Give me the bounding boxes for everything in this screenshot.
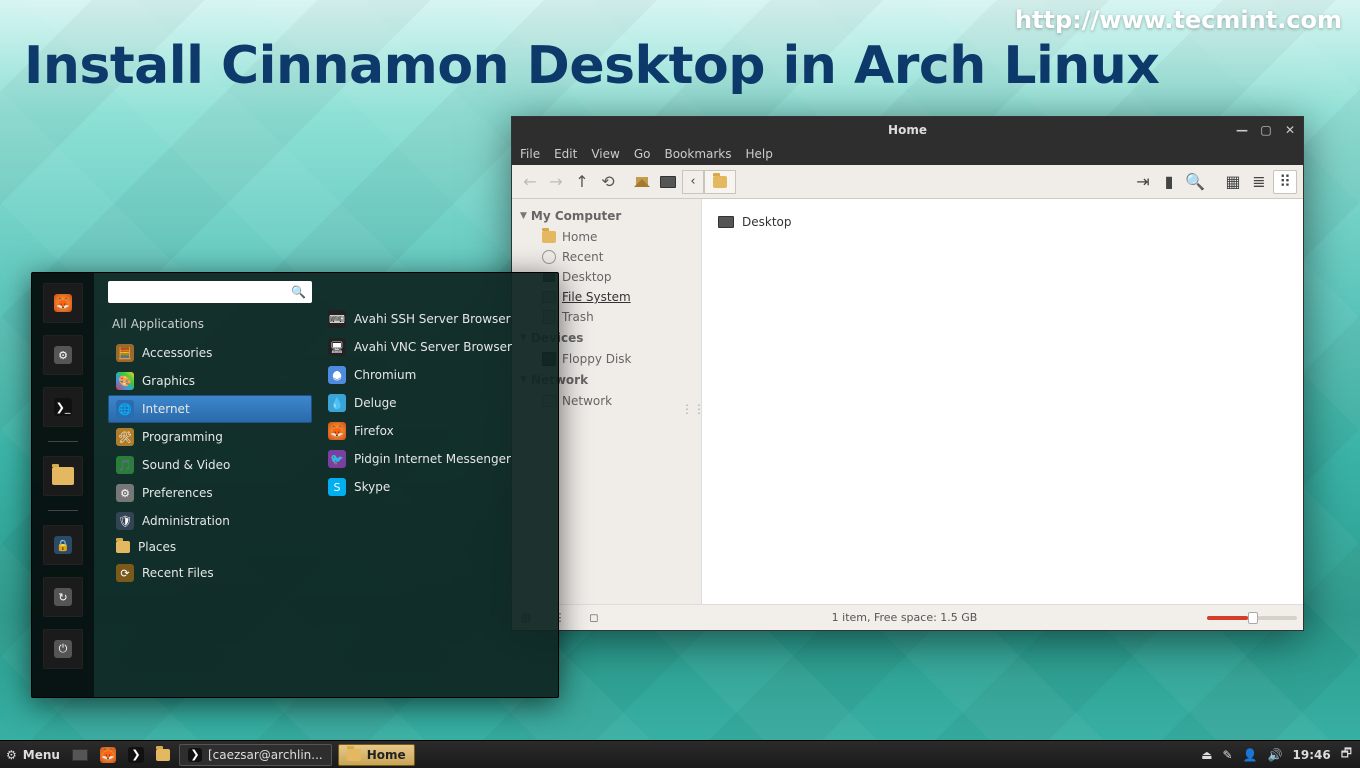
tray-pen-icon[interactable]: ✎ xyxy=(1223,748,1233,762)
up-button[interactable]: ↑ xyxy=(570,170,594,194)
menu-edit[interactable]: Edit xyxy=(554,147,577,161)
gear-icon: ⚙ xyxy=(6,748,17,762)
fav-terminal[interactable]: ❯_ xyxy=(43,387,83,427)
computer-button[interactable] xyxy=(656,170,680,194)
menu-go[interactable]: Go xyxy=(634,147,651,161)
all-applications-label: All Applications xyxy=(112,317,312,331)
system-tray: ⏏ ✎ 👤 🔊 19:46 🗗 xyxy=(1193,744,1360,765)
statusbar: ▥ ⋮ ◻ 1 item, Free space: 1.5 GB xyxy=(512,604,1303,630)
sidebar-section-mycomputer[interactable]: ▼My Computer xyxy=(512,205,701,227)
file-item-label: Desktop xyxy=(742,215,792,229)
category-places[interactable]: Places xyxy=(108,535,312,559)
start-menu: 🦊 ⚙ ❯_ 🔒 ↻ ⏻ 🔍 All Applications 🧮Accesso… xyxy=(31,272,559,698)
monitor-icon xyxy=(72,749,88,761)
app-pidgin[interactable]: 🐦Pidgin Internet Messenger xyxy=(320,445,548,473)
search-icon[interactable]: 🔍 xyxy=(1183,170,1207,194)
fav-separator xyxy=(48,510,78,511)
icon-view-button[interactable]: ▦ xyxy=(1221,170,1245,194)
launcher-terminal[interactable]: ❯ xyxy=(122,741,150,768)
show-desktop-button[interactable] xyxy=(66,741,94,768)
tray-user-icon[interactable]: 👤 xyxy=(1243,748,1258,762)
breadcrumb-back[interactable]: ‹ xyxy=(682,170,704,194)
file-manager-window: Home — ▢ ✕ File Edit View Go Bookmarks H… xyxy=(511,116,1304,631)
search-icon: 🔍 xyxy=(291,285,306,299)
file-item-desktop[interactable]: Desktop xyxy=(718,215,1287,229)
sidebar-item-home[interactable]: Home xyxy=(512,227,701,247)
category-internet[interactable]: 🌐Internet xyxy=(108,395,312,423)
search-input[interactable] xyxy=(114,285,291,299)
panel: ⚙ Menu 🦊 ❯ ❯[caezsar@archlin... Home ⏏ ✎… xyxy=(0,740,1360,768)
compact-view-button[interactable]: ⠿ xyxy=(1273,170,1297,194)
task-home[interactable]: Home xyxy=(338,744,415,766)
breadcrumb: ‹ xyxy=(682,169,736,195)
app-skype[interactable]: SSkype xyxy=(320,473,548,501)
clock[interactable]: 19:46 xyxy=(1293,748,1331,762)
desktop-icon xyxy=(718,216,734,228)
category-recentfiles[interactable]: ⟳Recent Files xyxy=(108,559,312,587)
categories-column: 🔍 All Applications 🧮Accessories 🎨Graphic… xyxy=(94,273,320,697)
app-avahi-vnc[interactable]: 🖥Avahi VNC Server Browser xyxy=(320,333,548,361)
overlay-title: Install Cinnamon Desktop in Arch Linux xyxy=(24,36,1159,96)
fav-logout[interactable]: ↻ xyxy=(43,577,83,617)
list-view-button[interactable]: ≣ xyxy=(1247,170,1271,194)
reload-button[interactable]: ⟲ xyxy=(596,170,620,194)
fav-separator xyxy=(48,441,78,442)
maximize-button[interactable]: ▢ xyxy=(1257,123,1275,137)
sidebar-grip-icon[interactable]: ⋮⋮ xyxy=(681,402,702,416)
status-text: 1 item, Free space: 1.5 GB xyxy=(602,611,1207,624)
menu-bookmarks[interactable]: Bookmarks xyxy=(664,147,731,161)
app-chromium[interactable]: ◉Chromium xyxy=(320,361,548,389)
overlay-url: http://www.tecmint.com xyxy=(1015,6,1342,34)
category-soundvideo[interactable]: 🎵Sound & Video xyxy=(108,451,312,479)
menu-view[interactable]: View xyxy=(591,147,619,161)
task-terminal[interactable]: ❯[caezsar@archlin... xyxy=(179,744,332,766)
fav-files[interactable] xyxy=(43,456,83,496)
sidebar-item-recent[interactable]: Recent xyxy=(512,247,701,267)
menu-help[interactable]: Help xyxy=(746,147,773,161)
zoom-slider[interactable] xyxy=(1207,616,1297,620)
new-folder-icon[interactable]: ▮ xyxy=(1157,170,1181,194)
toolbar: ← → ↑ ⟲ ‹ ⇥ ▮ 🔍 ▦ ≣ ⠿ xyxy=(512,165,1303,199)
apps-column: ⌨Avahi SSH Server Browser 🖥Avahi VNC Ser… xyxy=(320,273,558,697)
launcher-firefox[interactable]: 🦊 xyxy=(94,741,122,768)
fav-power[interactable]: ⏻ xyxy=(43,629,83,669)
category-accessories[interactable]: 🧮Accessories xyxy=(108,339,312,367)
file-area[interactable]: Desktop xyxy=(702,199,1303,604)
fav-lock[interactable]: 🔒 xyxy=(43,525,83,565)
menubar: File Edit View Go Bookmarks Help xyxy=(512,143,1303,165)
app-firefox[interactable]: 🦊Firefox xyxy=(320,417,548,445)
titlebar[interactable]: Home — ▢ ✕ xyxy=(512,117,1303,143)
menu-file[interactable]: File xyxy=(520,147,540,161)
menu-button[interactable]: ⚙ Menu xyxy=(0,741,66,768)
toggle-location-icon[interactable]: ⇥ xyxy=(1131,170,1155,194)
back-button[interactable]: ← xyxy=(518,170,542,194)
fav-firefox[interactable]: 🦊 xyxy=(43,283,83,323)
minimize-button[interactable]: — xyxy=(1233,123,1251,137)
fav-settings[interactable]: ⚙ xyxy=(43,335,83,375)
breadcrumb-home[interactable] xyxy=(704,170,736,194)
favorites-column: 🦊 ⚙ ❯_ 🔒 ↻ ⏻ xyxy=(32,273,94,697)
tray-removable-icon[interactable]: ⏏ xyxy=(1201,748,1212,762)
category-graphics[interactable]: 🎨Graphics xyxy=(108,367,312,395)
category-preferences[interactable]: ⚙Preferences xyxy=(108,479,312,507)
tray-volume-icon[interactable]: 🔊 xyxy=(1268,748,1283,762)
category-administration[interactable]: 🛡Administration xyxy=(108,507,312,535)
tray-workspaces-icon[interactable]: 🗗 xyxy=(1341,744,1352,765)
home-button[interactable] xyxy=(630,170,654,194)
show-hidden-icon[interactable]: ◻ xyxy=(586,610,602,626)
app-deluge[interactable]: 💧Deluge xyxy=(320,389,548,417)
launcher-files[interactable] xyxy=(150,741,176,768)
menu-label: Menu xyxy=(23,748,60,762)
search-box[interactable]: 🔍 xyxy=(108,281,312,303)
app-avahi-ssh[interactable]: ⌨Avahi SSH Server Browser xyxy=(320,305,548,333)
close-button[interactable]: ✕ xyxy=(1281,123,1299,137)
category-programming[interactable]: 🛠Programming xyxy=(108,423,312,451)
window-title: Home xyxy=(888,123,927,137)
forward-button[interactable]: → xyxy=(544,170,568,194)
